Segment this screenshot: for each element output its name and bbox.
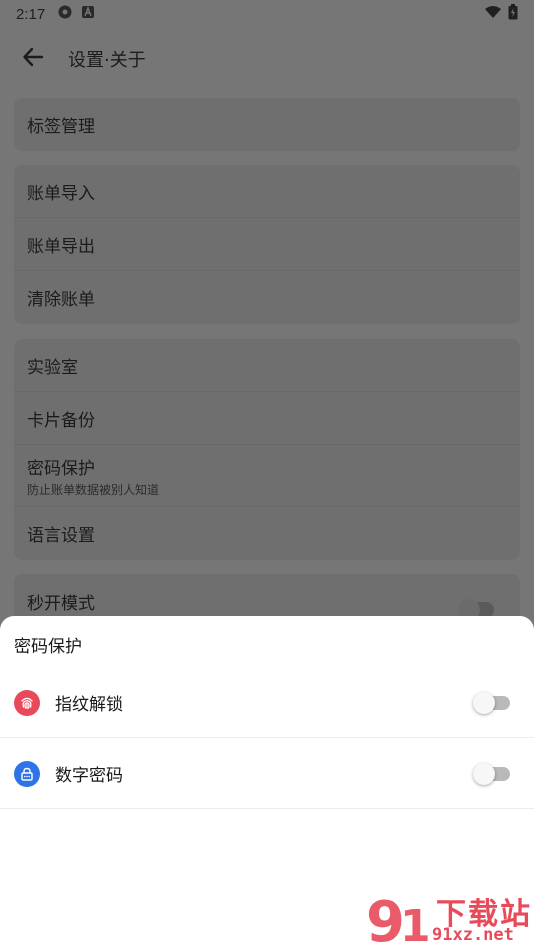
settings-item-bill-import[interactable]: 账单导入 [14,165,520,218]
switch-knob [473,691,495,714]
settings-item-label: 卡片备份 [27,410,95,431]
battery-icon [508,4,518,24]
wifi-icon [484,5,502,23]
settings-item-tag-management[interactable]: 标签管理 [14,98,520,151]
digit-password-option[interactable]: 数字密码 [0,739,534,809]
page-title: 设置·关于 [68,50,146,71]
watermark: 9 1 下载站 91xz.net [366,885,534,950]
fingerprint-unlock-label: 指纹解锁 [55,695,123,715]
a-icon [81,5,95,23]
status-icons-left [57,4,95,24]
digit-password-label: 数字密码 [55,766,123,786]
svg-text:1: 1 [400,901,431,950]
settings-item-bill-export[interactable]: 账单导出 [14,218,520,271]
switch-knob [473,762,495,785]
settings-item-password-protection[interactable]: 密码保护 防止账单数据被别人知道 [14,445,520,507]
watermark-text-bottom: 91xz.net [432,925,514,945]
settings-item-label: 账单导出 [27,236,95,257]
settings-item-lab[interactable]: 实验室 [14,339,520,392]
settings-item-clear-bills[interactable]: 清除账单 [14,271,520,324]
gear-icon [57,4,73,24]
digit-password-switch[interactable] [473,762,510,785]
fingerprint-unlock-switch[interactable] [473,691,510,714]
lock-icon [14,760,40,787]
settings-item-language[interactable]: 语言设置 [14,507,520,560]
settings-item-label: 秒开模式 [27,594,95,614]
status-icons-right [484,4,518,24]
fingerprint-icon [14,689,40,716]
watermark-logo: 9 1 [366,890,436,950]
arrow-left-icon [22,46,44,72]
settings-item-label: 密码保护 [27,458,95,479]
settings-item-label: 实验室 [27,357,78,378]
app-bar: 设置·关于 [0,28,534,90]
back-button[interactable] [18,44,48,74]
settings-item-label: 清除账单 [27,290,95,310]
status-time: 2:17 [16,5,46,23]
settings-item-label: 账单导入 [27,183,95,204]
settings-group-misc: 实验室 卡片备份 密码保护 防止账单数据被别人知道 语言设置 [14,339,520,560]
fingerprint-unlock-option[interactable]: 指纹解锁 [0,668,534,738]
status-bar: 2:17 [0,0,534,28]
settings-group-bills: 账单导入 账单导出 清除账单 [14,165,520,324]
settings-group-tags: 标签管理 [14,98,520,151]
settings-item-label: 语言设置 [27,526,95,546]
settings-item-card-backup[interactable]: 卡片备份 [14,392,520,445]
sheet-title: 密码保护 [14,637,82,657]
settings-item-label: 标签管理 [27,117,95,137]
settings-item-subtitle: 防止账单数据被别人知道 [27,482,160,497]
